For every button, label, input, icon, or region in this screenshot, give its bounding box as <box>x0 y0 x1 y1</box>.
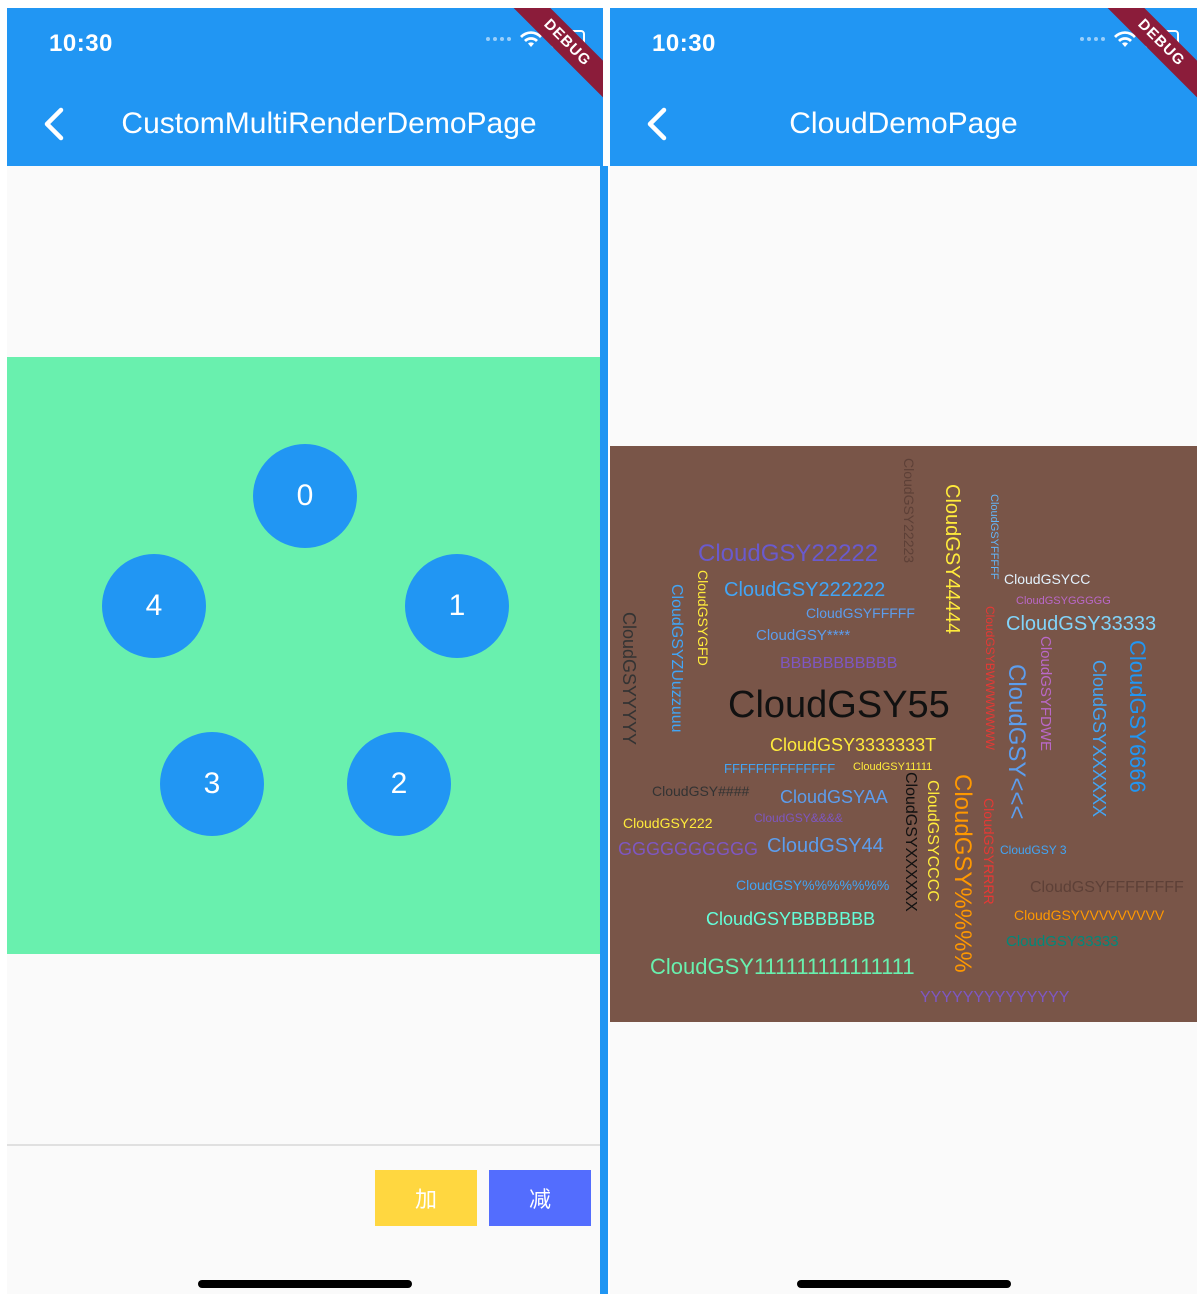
debug-banner: DEBUG <box>1102 8 1197 102</box>
cloud-word: CloudGSYVVVVVVVVV <box>1014 907 1165 923</box>
cloud-word: CloudGSYGGGGG <box>1016 595 1111 607</box>
cloud-word: CloudGSY 3 <box>1000 843 1067 857</box>
cloud-word: CloudGSY55 <box>728 684 950 726</box>
cloud-word: CloudGSY33333 <box>1006 933 1119 950</box>
debug-banner: DEBUG <box>508 8 603 102</box>
home-indicator[interactable] <box>198 1280 412 1288</box>
signal-icon <box>486 37 511 41</box>
cloud-word: CloudGSY33333 <box>1006 613 1157 635</box>
cloud-word: CloudGSYBWWWWWWW <box>983 606 997 750</box>
cloud-word: CloudGSYCCCC <box>924 780 941 902</box>
phone-screen-custom-multi-render: 10:30 DEBUG CustomMultiRenderDemoPage 0 … <box>7 8 603 1294</box>
circle-item-4: 4 <box>102 554 206 658</box>
cloud-word: CloudGSY11111 <box>853 761 933 773</box>
cloud-word: CloudGSY222222 <box>724 579 886 601</box>
cloud-word: CloudGSY%%%% <box>949 774 976 973</box>
cloud-word: CloudGSY111111111111111 <box>650 954 915 979</box>
phone-screen-cloud-demo: 10:30 DEBUG CloudDemoPage CloudGSY55 Clo… <box>610 8 1197 1294</box>
cloud-word: GGGGGGGGGG <box>618 839 759 859</box>
app-bar: 10:30 DEBUG CloudDemoPage <box>610 8 1197 166</box>
app-bar: 10:30 DEBUG CustomMultiRenderDemoPage <box>7 8 603 166</box>
cloud-word: CloudGSYYYYY <box>619 612 639 746</box>
cloud-word: YYYYYYYYYYYYYY <box>920 989 1070 1006</box>
cloud-word: CloudGSYXXXXXX <box>1089 660 1109 818</box>
add-button[interactable]: 加 <box>375 1170 477 1226</box>
circle-item-0: 0 <box>253 444 357 548</box>
word-cloud: CloudGSY55 CloudGSY22222 CloudGSY222222 … <box>610 446 1197 1022</box>
circle-item-2: 2 <box>347 732 451 836</box>
cloud-word: CloudGSYRRRR <box>981 798 997 905</box>
cloud-word: CloudGSYFDWE <box>1037 636 1054 752</box>
cloud-word: CloudGSY44444 <box>941 484 963 635</box>
cloud-word: CloudGSYFFFFF <box>988 494 1000 580</box>
cloud-word: CloudGSYXXXXXX <box>902 772 919 912</box>
cloud-word: CloudGSY222 <box>623 815 713 831</box>
cloud-word: CloudGSY<<< <box>1003 664 1030 820</box>
multi-render-panel: 0 1 2 3 4 <box>7 357 603 954</box>
cloud-word: CloudGSYCC <box>1004 571 1091 587</box>
cloud-word: CloudGSY&&&& <box>754 811 843 825</box>
home-indicator[interactable] <box>796 1280 1011 1288</box>
cloud-word: CloudGSYBBBBBBB <box>706 909 876 929</box>
circle-item-1: 1 <box>405 554 509 658</box>
cloud-word: CloudGSY44 <box>767 835 884 857</box>
circle-item-3: 3 <box>160 732 264 836</box>
cloud-word: CloudGSY6666 <box>1125 640 1150 793</box>
status-time: 10:30 <box>652 30 716 57</box>
cloud-word: CloudGSYFFFFF <box>806 605 915 621</box>
cloud-word: BBBBBBBBBBB <box>780 655 898 672</box>
screen-divider <box>600 166 608 1294</box>
cloud-word: CloudGSY**** <box>756 627 851 644</box>
cloud-word: CloudGSYZUuzzuuu <box>668 584 685 733</box>
subtract-button[interactable]: 减 <box>489 1170 591 1226</box>
signal-icon <box>1080 37 1105 41</box>
page-title: CustomMultiRenderDemoPage <box>121 107 537 140</box>
cloud-word: FFFFFFFFFFFFFF <box>724 761 836 776</box>
cloud-word: CloudGSYFFFFFFFF <box>1030 879 1184 896</box>
cloud-word: CloudGSY3333333T <box>770 735 937 755</box>
cloud-word: CloudGSYAA <box>780 787 888 807</box>
status-time: 10:30 <box>49 30 113 57</box>
cloud-word: CloudGSY%%%%%%% <box>736 877 890 893</box>
cloud-word: CloudGSY#### <box>652 783 750 799</box>
cloud-word: CloudGSY22223 <box>901 458 917 564</box>
cloud-word: CloudGSY22222 <box>698 540 879 567</box>
page-title: CloudDemoPage <box>789 107 1018 140</box>
bottom-action-bar: 加 减 <box>7 1144 603 1294</box>
cloud-word: CloudGSYGFD <box>695 570 711 666</box>
